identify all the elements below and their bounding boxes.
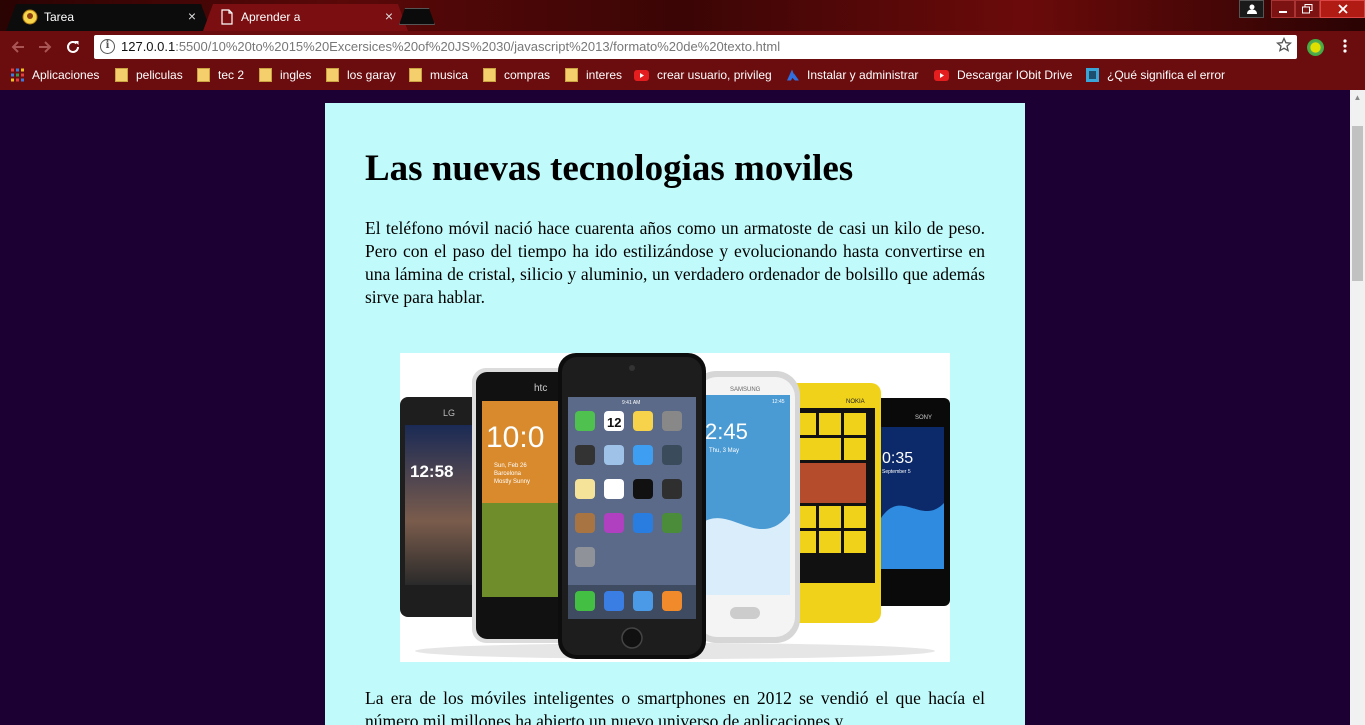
svg-text:2:45: 2:45 <box>705 419 748 444</box>
svg-text:NOKIA: NOKIA <box>846 399 865 405</box>
arrow-left-icon <box>11 41 24 53</box>
extension-icon[interactable] <box>1307 39 1324 56</box>
reload-button[interactable] <box>63 37 83 57</box>
bookmark-label: musica <box>430 68 469 82</box>
bookmark-label: ingles <box>280 68 312 82</box>
back-button[interactable] <box>8 37 28 57</box>
bookmark-folder[interactable]: musica <box>409 68 468 82</box>
bookmark-label: crear usuario, privileg <box>657 68 772 82</box>
close-window-button[interactable] <box>1320 0 1365 18</box>
info-icon[interactable]: i <box>100 39 115 54</box>
bookmark-label: Aplicaciones <box>32 68 100 82</box>
bookmark-label: Descargar IObit Drive <box>957 68 1073 82</box>
bookmark-link[interactable]: Descargar IObit Drive <box>934 68 1072 82</box>
bookmark-folder[interactable]: compras <box>483 68 550 82</box>
folder-icon <box>326 68 339 82</box>
article-paragraph: El teléfono móvil nació hace cuarenta añ… <box>365 218 985 307</box>
svg-text:Sun, Feb 26: Sun, Feb 26 <box>494 463 527 469</box>
bookmarks-bar: Aplicaciones peliculas tec 2 ingles los … <box>0 62 1365 90</box>
user-icon <box>1246 4 1257 14</box>
bookmark-folder[interactable]: los garay <box>326 68 396 82</box>
bookmark-folder[interactable]: peliculas <box>115 68 183 82</box>
youtube-icon <box>934 69 949 81</box>
scroll-up-arrow-icon[interactable]: ▲ <box>1350 90 1365 105</box>
restore-icon <box>1302 4 1313 14</box>
bookmark-label: compras <box>504 68 551 82</box>
svg-text:12:58: 12:58 <box>410 462 453 481</box>
vertical-scrollbar[interactable]: ▲ <box>1350 90 1365 725</box>
profile-button[interactable] <box>1239 0 1264 18</box>
bookmark-apps[interactable]: Aplicaciones <box>11 68 99 82</box>
youtube-icon <box>634 69 649 81</box>
arrow-right-icon <box>39 41 52 53</box>
svg-text:September 5: September 5 <box>882 469 911 475</box>
svg-text:10:0: 10:0 <box>486 421 544 454</box>
svg-text:0:35: 0:35 <box>882 450 913 467</box>
svg-text:Mostly Sunny: Mostly Sunny <box>494 479 530 485</box>
bookmark-page-icon <box>1086 68 1099 82</box>
forward-button[interactable] <box>35 37 55 57</box>
close-icon <box>1337 4 1348 14</box>
folder-icon <box>409 68 422 82</box>
tab-title: Tarea <box>44 10 75 24</box>
bookmark-link[interactable]: crear usuario, privileg <box>634 68 772 82</box>
svg-text:Thu, 3 May: Thu, 3 May <box>709 448 739 454</box>
close-tab-icon[interactable]: × <box>385 8 393 24</box>
minimize-icon <box>1279 11 1287 13</box>
minimize-button[interactable] <box>1271 0 1295 18</box>
svg-text:Barcelona: Barcelona <box>494 471 522 477</box>
bookmark-label: tec 2 <box>218 68 245 82</box>
bookmark-label: interes <box>586 68 623 82</box>
bookmark-label: los garay <box>347 68 396 82</box>
bookmark-link[interactable]: Instalar y administrar <box>786 68 918 82</box>
bookmark-folder[interactable]: tec 2 <box>197 68 244 82</box>
bookmark-star-icon[interactable] <box>1276 37 1292 53</box>
browser-toolbar: i 127.0.0.1:5500/10%20to%2015%20Excersic… <box>0 31 1365 62</box>
folder-icon <box>259 68 272 82</box>
apps-icon <box>11 68 24 82</box>
address-bar[interactable]: i 127.0.0.1:5500/10%20to%2015%20Excersic… <box>94 35 1297 59</box>
bookmark-folder[interactable]: interes <box>565 68 622 82</box>
svg-text:htc: htc <box>534 383 547 394</box>
folder-icon <box>197 68 210 82</box>
document-icon <box>221 9 233 25</box>
folder-icon <box>483 68 496 82</box>
svg-text:12:45: 12:45 <box>772 399 785 405</box>
bookmark-label: peliculas <box>136 68 183 82</box>
page-viewport[interactable]: Las nuevas tecnologias moviles El teléfo… <box>0 90 1365 725</box>
svg-text:LG: LG <box>443 408 455 418</box>
svg-text:SONY: SONY <box>915 415 932 421</box>
folder-icon <box>115 68 128 82</box>
bookmark-label: Instalar y administrar <box>807 68 919 82</box>
bookmark-label: ¿Qué significa el error <box>1107 68 1226 82</box>
new-tab-button[interactable] <box>399 8 435 25</box>
tab-tarea[interactable]: Tarea × <box>6 4 211 31</box>
tab-title: Aprender a <box>241 10 301 24</box>
article-card: Las nuevas tecnologias moviles El teléfo… <box>325 103 1025 725</box>
folder-icon <box>565 68 578 82</box>
restore-button[interactable] <box>1295 0 1320 18</box>
site-favicon-icon <box>22 9 38 25</box>
kebab-menu-icon[interactable] <box>1342 38 1348 54</box>
azure-icon <box>787 69 799 81</box>
bookmark-folder[interactable]: ingles <box>259 68 311 82</box>
reload-icon <box>67 40 79 53</box>
tab-strip: Tarea × Aprender a × <box>0 0 1365 31</box>
close-tab-icon[interactable]: × <box>188 8 196 24</box>
page-title: Las nuevas tecnologias moviles <box>365 148 854 189</box>
url-host: 127.0.0.1 <box>121 39 176 54</box>
svg-text:SAMSUNG: SAMSUNG <box>730 387 761 393</box>
svg-text:9:41 AM: 9:41 AM <box>622 400 640 406</box>
url-path: :5500/10%20to%2015%20Excersices%20of%20J… <box>175 39 781 54</box>
article-paragraph: La era de los móviles inteligentes o sma… <box>365 688 985 725</box>
scrollbar-thumb[interactable] <box>1352 126 1363 281</box>
bookmark-link[interactable]: ¿Qué significa el error <box>1086 68 1225 82</box>
tab-aprender[interactable]: Aprender a × <box>203 4 408 31</box>
smartphones-image: LG 12:58 htc 10:0 Sun, Feb 26 Barcelona … <box>400 353 950 662</box>
url-text[interactable]: 127.0.0.1:5500/10%20to%2015%20Excersices… <box>121 39 780 54</box>
svg-text:12: 12 <box>607 415 621 430</box>
